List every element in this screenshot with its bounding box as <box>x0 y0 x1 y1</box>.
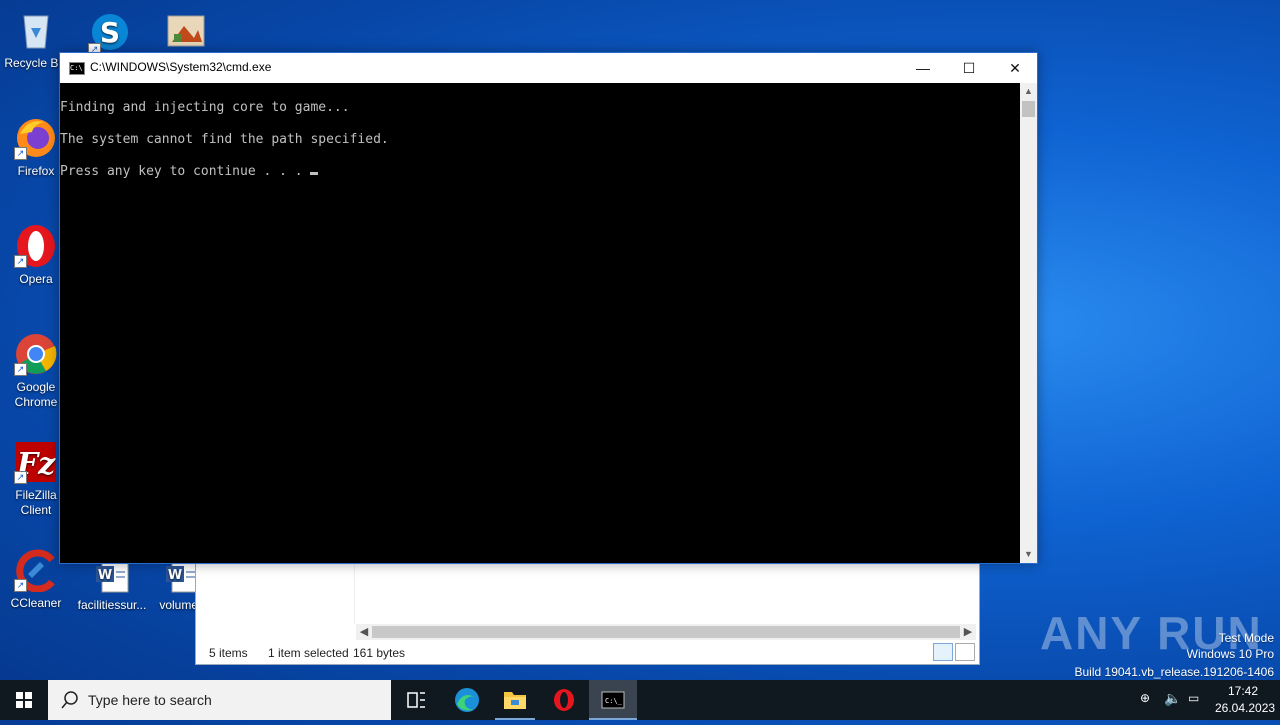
notification-tray-icon[interactable]: ▭ <box>1188 691 1199 705</box>
shortcut-arrow-icon: ↗ <box>14 363 27 376</box>
taskbar: Type here to search C:\_ ⊕ 🔈 ▭ 17:42 26.… <box>0 680 1280 720</box>
pane-divider <box>354 564 355 624</box>
horizontal-scrollbar[interactable]: ◀ ▶ <box>356 624 976 640</box>
chrome-icon: ↗ <box>14 332 58 376</box>
search-icon <box>61 691 78 709</box>
console-line: The system cannot find the path specifie… <box>60 132 389 147</box>
minimize-button[interactable]: — <box>900 53 946 83</box>
desktop-icon-label: CCleaner <box>10 596 62 610</box>
volume-icon[interactable]: 🔈 <box>1164 690 1181 707</box>
status-size: 161 bytes <box>353 646 406 660</box>
recycle-bin-icon <box>14 8 58 52</box>
scrollbar-thumb[interactable] <box>372 626 960 638</box>
cmd-icon: C:\_ <box>601 691 625 709</box>
scroll-down-icon[interactable]: ▼ <box>1020 546 1037 563</box>
filezilla-icon: Fz ↗ <box>14 440 58 484</box>
maximize-button[interactable]: ☐ <box>946 53 992 83</box>
scroll-up-icon[interactable]: ▲ <box>1020 83 1037 100</box>
desktop-icon-word-doc-1[interactable]: W facilitiessur... <box>76 560 148 613</box>
shortcut-arrow-icon: ↗ <box>14 255 27 268</box>
edge-icon <box>455 688 479 712</box>
search-box[interactable]: Type here to search <box>48 680 391 720</box>
shortcut-arrow-icon: ↗ <box>14 579 27 592</box>
status-bar: 5 items 1 item selected 161 bytes <box>196 642 979 664</box>
cmd-icon: C:\ <box>69 62 85 75</box>
build-text: Build 19041.vb_release.191206-1406 <box>1074 665 1275 679</box>
search-placeholder: Type here to search <box>88 692 212 708</box>
console-line-prompt: Press any key to continue . . . <box>60 164 319 179</box>
title-bar[interactable]: C:\ C:\WINDOWS\System32\cmd.exe — ☐ ✕ <box>60 53 1037 83</box>
status-selection: 1 item selected <box>268 646 349 660</box>
large-icons-view-icon[interactable] <box>955 643 975 661</box>
word-doc-icon: W <box>94 560 130 594</box>
opera-icon <box>554 689 574 711</box>
start-button[interactable] <box>0 680 48 720</box>
svg-text:S: S <box>100 16 120 49</box>
windows-logo-icon <box>16 692 32 708</box>
console-output[interactable]: Finding and injecting core to game... Th… <box>60 83 1020 563</box>
console-line: Press any key to continue . . . <box>60 164 311 179</box>
image-file-icon <box>164 12 208 56</box>
clock-time[interactable]: 17:42 <box>1228 684 1258 698</box>
svg-text:W: W <box>98 568 112 583</box>
window-title: C:\WINDOWS\System32\cmd.exe <box>90 60 272 74</box>
cmd-taskbar-button[interactable]: C:\_ <box>589 680 637 720</box>
task-view-icon <box>407 692 425 708</box>
status-item-count: 5 items <box>209 646 248 660</box>
view-toggle <box>931 643 975 664</box>
console-line: Finding and injecting core to game... <box>60 100 350 115</box>
task-view-button[interactable] <box>392 680 440 720</box>
test-mode-text: Test Mode <box>1218 631 1274 645</box>
os-edition-text: Windows 10 Pro <box>1186 647 1274 661</box>
opera-icon: ↗ <box>14 224 58 268</box>
scrollbar-thumb[interactable] <box>1022 101 1035 117</box>
edge-button[interactable] <box>443 680 491 720</box>
network-tray-icon[interactable]: ⊕ <box>1140 691 1150 705</box>
desktop-icon-label: facilitiessur... <box>77 598 147 612</box>
ccleaner-icon: ↗ <box>14 548 58 593</box>
skype-icon: S ↗ <box>88 12 132 56</box>
file-explorer-icon <box>504 692 526 709</box>
svg-text:C:\_: C:\_ <box>605 697 623 705</box>
opera-taskbar-button[interactable] <box>540 680 588 720</box>
file-explorer-button[interactable] <box>491 680 539 720</box>
scroll-left-icon[interactable]: ◀ <box>356 624 372 640</box>
cmd-window[interactable]: C:\ C:\WINDOWS\System32\cmd.exe — ☐ ✕ Fi… <box>59 52 1038 564</box>
clock-date[interactable]: 26.04.2023 <box>1215 701 1275 715</box>
firefox-icon: ↗ <box>14 116 58 160</box>
shortcut-arrow-icon: ↗ <box>14 471 27 484</box>
svg-text:W: W <box>168 568 182 583</box>
shortcut-arrow-icon: ↗ <box>14 147 27 160</box>
text-cursor <box>310 172 319 175</box>
details-view-icon[interactable] <box>933 643 953 661</box>
close-button[interactable]: ✕ <box>992 53 1038 83</box>
scroll-right-icon[interactable]: ▶ <box>960 624 976 640</box>
file-explorer-window[interactable]: ◀ ▶ 5 items 1 item selected 161 bytes <box>195 563 980 665</box>
vertical-scrollbar[interactable]: ▲ ▼ <box>1020 83 1037 563</box>
